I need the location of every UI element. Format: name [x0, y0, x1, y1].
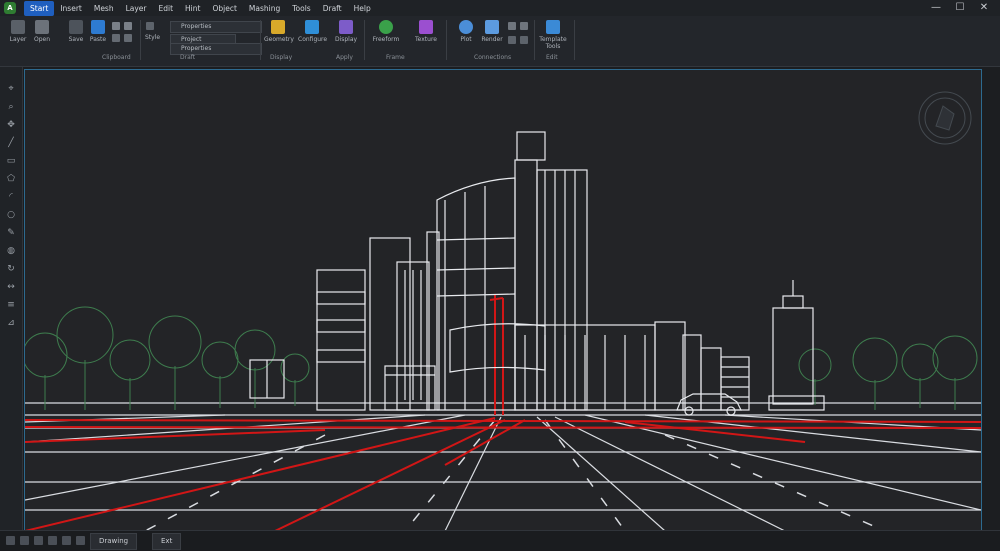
- ribbon-separator: [446, 20, 447, 60]
- osnap-icon[interactable]: [48, 536, 57, 545]
- menu-start[interactable]: Start: [24, 1, 55, 16]
- texture-icon: [419, 20, 433, 34]
- trees: [25, 306, 978, 410]
- new-file-icon: [11, 20, 25, 34]
- geometry-icon: [271, 20, 285, 34]
- zoom-tool-icon[interactable]: ⌕: [5, 101, 17, 113]
- link-icon[interactable]: [508, 22, 516, 30]
- group-label-apply: Apply: [336, 54, 353, 61]
- template-tools-icon: [546, 20, 560, 34]
- display-icon: [339, 20, 353, 34]
- configure-button[interactable]: Configure: [298, 20, 327, 43]
- style-icon[interactable]: [146, 22, 154, 30]
- dimension-tool-icon[interactable]: ↔: [5, 281, 17, 293]
- open-folder-icon: [35, 20, 49, 34]
- app-logo-icon[interactable]: A: [4, 2, 16, 14]
- ribbon-separator: [534, 20, 535, 60]
- save-icon: [69, 20, 83, 34]
- menu-hint[interactable]: Hint: [179, 1, 206, 16]
- ribbon-separator: [364, 20, 365, 60]
- select-tool-icon[interactable]: ⌖: [5, 83, 17, 95]
- menu-edit[interactable]: Edit: [153, 1, 180, 16]
- track-icon[interactable]: [76, 536, 85, 545]
- ribbon-separator: [140, 20, 141, 60]
- chain-icon[interactable]: [520, 22, 528, 30]
- group-label-display: Display: [270, 54, 293, 61]
- freeform-icon: [379, 20, 393, 34]
- pen-tool-icon[interactable]: ✎: [5, 227, 17, 239]
- menu-tools[interactable]: Tools: [286, 1, 316, 16]
- node-icon[interactable]: [508, 36, 516, 44]
- clear-icon[interactable]: [124, 34, 132, 42]
- properties-combo[interactable]: Properties: [170, 21, 262, 33]
- ribbon-separator: [260, 20, 261, 60]
- plot-button[interactable]: Plot: [452, 20, 480, 43]
- group-label-clipboard: Clipboard: [102, 54, 131, 61]
- menu-layer[interactable]: Layer: [120, 1, 153, 16]
- copy-icon[interactable]: [124, 22, 132, 30]
- left-toolbar: ⌖ ⌕ ✥ ╱ ▭ ⬠ ◜ ○ ✎ ◍ ↻ ↔ ≡ ⊿: [0, 67, 23, 530]
- maximize-button[interactable]: ☐: [948, 0, 972, 16]
- view-cube-icon[interactable]: [918, 91, 972, 145]
- style-label: Style: [145, 34, 161, 41]
- perspective-drawing: [25, 91, 981, 531]
- polygon-tool-icon[interactable]: ⬠: [5, 173, 17, 185]
- geometry-button[interactable]: Geometry: [264, 20, 294, 43]
- title-bar: A Start Insert Mesh Layer Edit Hint Obje…: [0, 0, 1000, 16]
- menu-object[interactable]: Object: [206, 1, 242, 16]
- menu-help[interactable]: Help: [348, 1, 377, 16]
- branch-icon[interactable]: [520, 36, 528, 44]
- status-tab-ext[interactable]: Ext: [152, 533, 182, 550]
- render-button[interactable]: Render: [478, 20, 506, 43]
- group-label-edit: Edit: [546, 54, 558, 61]
- close-button[interactable]: ✕: [972, 0, 996, 16]
- grid-icon[interactable]: [6, 536, 15, 545]
- menu-mashing[interactable]: Mashing: [243, 1, 286, 16]
- layer-tool-icon[interactable]: ≡: [5, 299, 17, 311]
- paste-button[interactable]: Paste: [84, 20, 112, 43]
- plot-icon: [459, 20, 473, 34]
- group-label-draft: Draft: [180, 54, 196, 61]
- configure-icon: [305, 20, 319, 34]
- menu-insert[interactable]: Insert: [54, 1, 88, 16]
- arc-tool-icon[interactable]: ◜: [5, 191, 17, 203]
- fill-tool-icon[interactable]: ◍: [5, 245, 17, 257]
- red-guide-lines: [25, 295, 981, 531]
- open-button[interactable]: Open: [28, 20, 56, 43]
- snap-icon[interactable]: [20, 536, 29, 545]
- freeform-button[interactable]: Freeform: [372, 20, 400, 43]
- polar-icon[interactable]: [62, 536, 71, 545]
- ribbon: Layer Open Save Paste Clipboard Style Pr…: [0, 16, 1000, 67]
- status-bar: Drawing Ext: [0, 530, 1000, 551]
- status-tab-drawing[interactable]: Drawing: [90, 533, 138, 550]
- group-label-connections: Connections: [474, 54, 512, 61]
- ortho-icon[interactable]: [34, 536, 43, 545]
- render-icon: [485, 20, 499, 34]
- right-scroll-panel[interactable]: [982, 67, 1000, 530]
- template-tools-button[interactable]: Template Tools: [538, 20, 568, 50]
- display-button[interactable]: Display: [332, 20, 360, 43]
- paste-icon: [91, 20, 105, 34]
- window-controls: — ☐ ✕: [924, 0, 996, 16]
- line-tool-icon[interactable]: ╱: [5, 137, 17, 149]
- menu-bar: Start Insert Mesh Layer Edit Hint Object…: [24, 1, 377, 16]
- building-tower-right: [768, 280, 825, 411]
- menu-draft[interactable]: Draft: [317, 1, 348, 16]
- rect-tool-icon[interactable]: ▭: [5, 155, 17, 167]
- cut-icon[interactable]: [112, 22, 120, 30]
- building-main: [316, 131, 750, 411]
- pan-tool-icon[interactable]: ✥: [5, 119, 17, 131]
- rotate-tool-icon[interactable]: ↻: [5, 263, 17, 275]
- measure-tool-icon[interactable]: ⊿: [5, 317, 17, 329]
- circle-tool-icon[interactable]: ○: [5, 209, 17, 221]
- drawing-viewport[interactable]: [24, 69, 982, 532]
- format-icon[interactable]: [112, 34, 120, 42]
- group-label-frame: Frame: [386, 54, 405, 61]
- ribbon-separator: [574, 20, 575, 60]
- texture-button[interactable]: Texture: [412, 20, 440, 43]
- minimize-button[interactable]: —: [924, 0, 948, 16]
- menu-mesh[interactable]: Mesh: [88, 1, 120, 16]
